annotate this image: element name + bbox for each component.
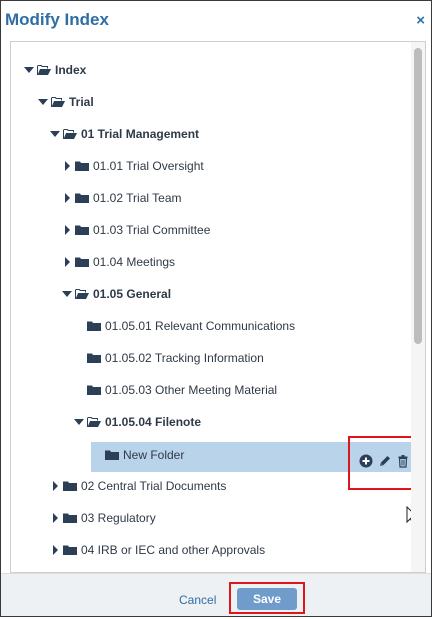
tree-node[interactable]: 01.03 Trial Committee: [11, 218, 411, 242]
dialog-header: Modify Index ×: [1, 1, 431, 41]
caret-right-icon[interactable]: [49, 512, 61, 524]
caret-down-icon[interactable]: [73, 416, 85, 428]
tree-node-label: 01.05.02 Tracking Information: [105, 351, 264, 365]
tree-node[interactable]: 01.01 Trial Oversight: [11, 154, 411, 178]
cancel-button[interactable]: Cancel: [179, 593, 216, 607]
folder-icon: [75, 193, 89, 203]
folder-icon: [87, 385, 101, 395]
pencil-icon[interactable]: [378, 454, 392, 468]
tree-node[interactable]: 03 Regulatory: [11, 506, 411, 530]
folder-icon: [87, 353, 101, 363]
caret-right-icon[interactable]: [61, 256, 73, 268]
save-button[interactable]: Save: [237, 588, 297, 610]
tree-node-label: 03 Regulatory: [81, 511, 156, 525]
caret-right-icon[interactable]: [49, 544, 61, 556]
caret-right-icon[interactable]: [61, 192, 73, 204]
caret-right-icon[interactable]: [61, 160, 73, 172]
folder-open-icon: [37, 65, 51, 75]
tree-node-label: 01.03 Trial Committee: [93, 223, 211, 237]
tree-node-label: New Folder: [123, 448, 185, 462]
plus-circle-icon[interactable]: [359, 454, 373, 468]
close-icon[interactable]: ×: [416, 12, 425, 29]
folder-open-icon: [63, 129, 77, 139]
caret-right-icon[interactable]: [49, 480, 61, 492]
folder-open-icon: [51, 97, 65, 107]
caret-down-icon[interactable]: [49, 128, 61, 140]
tree-node[interactable]: Trial: [11, 90, 411, 114]
folder-icon: [75, 161, 89, 171]
tree-node[interactable]: 01.04 Meetings: [11, 250, 411, 274]
tree-node-label: 01.04 Meetings: [93, 255, 176, 269]
tree-scrollbar[interactable]: [411, 42, 425, 572]
tree-node-label: 01.01 Trial Oversight: [93, 159, 204, 173]
tree-node-label: 02 Central Trial Documents: [81, 479, 227, 493]
tree-node-label: Index: [55, 63, 87, 77]
tree-node[interactable]: 01.05.02 Tracking Information: [11, 346, 411, 370]
tree-node-label: 01.05.03 Other Meeting Material: [105, 383, 278, 397]
folder-icon: [75, 225, 89, 235]
tree-node-label: 01 Trial Management: [81, 127, 200, 141]
folder-icon: [63, 545, 77, 555]
index-tree-panel: Index Trial 01 Trial Management 01.01 Trial…: [10, 41, 426, 573]
caret-down-icon[interactable]: [23, 64, 35, 76]
tree-node[interactable]: 01.05.04 Filenote: [11, 410, 411, 434]
folder-icon: [105, 450, 119, 460]
tree-node-label: 04 IRB or IEC and other Approvals: [81, 543, 266, 557]
tree-node[interactable]: 01.05.03 Other Meeting Material: [11, 378, 411, 402]
tree-node[interactable]: 04 IRB or IEC and other Approvals: [11, 538, 411, 562]
dialog-footer: Cancel Save: [1, 573, 431, 616]
folder-icon: [75, 257, 89, 267]
modify-index-dialog: Modify Index × Index Trial 01 Trial Manage…: [0, 0, 432, 617]
trash-icon[interactable]: [396, 454, 410, 468]
folder-open-icon: [87, 417, 101, 427]
scrollbar-thumb[interactable]: [414, 48, 422, 344]
folder-open-icon: [75, 289, 89, 299]
dialog-title: Modify Index: [5, 10, 109, 29]
caret-right-icon[interactable]: [61, 224, 73, 236]
tree-node[interactable]: 01 Trial Management: [11, 122, 411, 146]
tree-node-label: 01.05.01 Relevant Communications: [105, 319, 296, 333]
folder-icon: [87, 321, 101, 331]
tree-node[interactable]: 01.05 General: [11, 282, 411, 306]
caret-down-icon[interactable]: [61, 288, 73, 300]
caret-down-icon[interactable]: [37, 96, 49, 108]
tree-node[interactable]: 01.02 Trial Team: [11, 186, 411, 210]
tree-node-label: 01.05.04 Filenote: [105, 415, 202, 429]
tree-node[interactable]: Index: [11, 58, 411, 82]
tree-node[interactable]: 01.05.01 Relevant Communications: [11, 314, 411, 338]
tree-node-label: Trial: [69, 95, 94, 109]
tree-node-label: 01.05 General: [93, 287, 172, 301]
folder-icon: [63, 481, 77, 491]
folder-icon: [63, 513, 77, 523]
tree-node-label: 01.02 Trial Team: [93, 191, 182, 205]
